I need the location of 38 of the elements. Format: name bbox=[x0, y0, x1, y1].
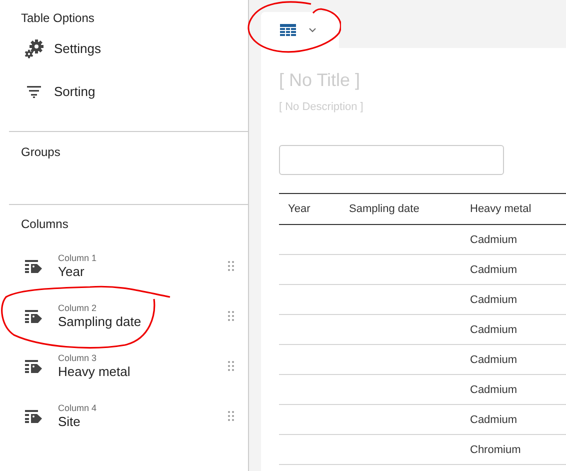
table-view-button[interactable] bbox=[261, 12, 339, 48]
tag-list-icon bbox=[25, 260, 42, 272]
tag-list-icon bbox=[25, 360, 42, 372]
column-header[interactable]: Heavy metal bbox=[461, 194, 550, 224]
input-field[interactable] bbox=[279, 145, 504, 175]
caret-icon bbox=[309, 28, 316, 32]
table-cell: Cadmium bbox=[470, 354, 518, 366]
column-header[interactable]: Sampling date bbox=[340, 194, 461, 224]
section-title: Columns bbox=[21, 217, 70, 233]
section-title: Groups bbox=[21, 145, 62, 161]
table-cell: Chromium bbox=[470, 444, 521, 456]
drag-handle-icon[interactable] bbox=[228, 261, 234, 271]
drag-handle-icon[interactable] bbox=[228, 361, 234, 371]
table-cell: Cadmium bbox=[470, 414, 518, 426]
column-caption: Column 4 bbox=[58, 403, 98, 413]
column-name: Year bbox=[58, 264, 86, 279]
table-cell: Cadmium bbox=[470, 264, 518, 276]
drag-handle-icon[interactable] bbox=[228, 411, 234, 421]
drag-handle-icon[interactable] bbox=[228, 311, 234, 321]
section-title: Table Options bbox=[21, 11, 96, 27]
column-caption: Column 3 bbox=[58, 353, 98, 363]
tag-list-icon bbox=[25, 410, 42, 422]
table-cell: Cadmium bbox=[470, 234, 518, 246]
table-cell: Cadmium bbox=[470, 324, 518, 336]
column-name: Site bbox=[58, 414, 82, 429]
option-item[interactable]: Sorting bbox=[21, 70, 248, 113]
tag-list-icon bbox=[25, 310, 42, 322]
column-caption: Column 2 bbox=[58, 303, 98, 313]
table-icon bbox=[280, 24, 296, 36]
gears-icon bbox=[24, 38, 44, 58]
option-item[interactable]: Settings bbox=[21, 27, 248, 70]
column-name: Sampling date bbox=[58, 314, 142, 329]
table-cell: Cadmium bbox=[470, 384, 518, 396]
column-header[interactable]: Year bbox=[279, 194, 340, 224]
column-name: Heavy metal bbox=[58, 364, 132, 379]
column-caption: Column 1 bbox=[58, 253, 98, 263]
table-cell: Cadmium bbox=[470, 294, 518, 306]
sort-icon bbox=[27, 86, 41, 98]
